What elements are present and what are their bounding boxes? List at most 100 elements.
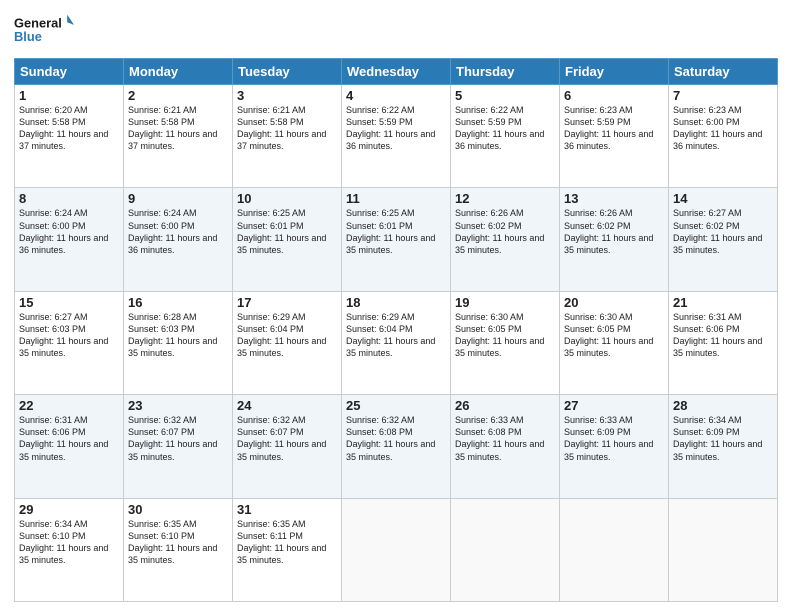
table-row: 10 Sunrise: 6:25 AMSunset: 6:01 PMDaylig… xyxy=(233,188,342,291)
logo: General Blue xyxy=(14,10,74,50)
day-info: Sunrise: 6:33 AMSunset: 6:09 PMDaylight:… xyxy=(564,415,653,461)
day-number: 9 xyxy=(128,191,228,206)
table-row xyxy=(342,498,451,601)
table-row: 1 Sunrise: 6:20 AMSunset: 5:58 PMDayligh… xyxy=(15,85,124,188)
day-number: 26 xyxy=(455,398,555,413)
day-info: Sunrise: 6:28 AMSunset: 6:03 PMDaylight:… xyxy=(128,312,217,358)
col-sunday: Sunday xyxy=(15,59,124,85)
day-info: Sunrise: 6:35 AMSunset: 6:11 PMDaylight:… xyxy=(237,519,326,565)
day-info: Sunrise: 6:32 AMSunset: 6:07 PMDaylight:… xyxy=(128,415,217,461)
day-number: 19 xyxy=(455,295,555,310)
day-info: Sunrise: 6:25 AMSunset: 6:01 PMDaylight:… xyxy=(237,208,326,254)
table-row xyxy=(560,498,669,601)
day-number: 5 xyxy=(455,88,555,103)
day-number: 18 xyxy=(346,295,446,310)
calendar-week-row: 22 Sunrise: 6:31 AMSunset: 6:06 PMDaylig… xyxy=(15,395,778,498)
svg-text:General: General xyxy=(14,15,62,30)
table-row: 18 Sunrise: 6:29 AMSunset: 6:04 PMDaylig… xyxy=(342,291,451,394)
day-number: 27 xyxy=(564,398,664,413)
day-number: 10 xyxy=(237,191,337,206)
day-info: Sunrise: 6:25 AMSunset: 6:01 PMDaylight:… xyxy=(346,208,435,254)
day-info: Sunrise: 6:26 AMSunset: 6:02 PMDaylight:… xyxy=(455,208,544,254)
table-row: 12 Sunrise: 6:26 AMSunset: 6:02 PMDaylig… xyxy=(451,188,560,291)
logo-icon: General Blue xyxy=(14,10,74,50)
table-row: 7 Sunrise: 6:23 AMSunset: 6:00 PMDayligh… xyxy=(669,85,778,188)
day-info: Sunrise: 6:34 AMSunset: 6:10 PMDaylight:… xyxy=(19,519,108,565)
day-number: 29 xyxy=(19,502,119,517)
day-number: 15 xyxy=(19,295,119,310)
table-row: 17 Sunrise: 6:29 AMSunset: 6:04 PMDaylig… xyxy=(233,291,342,394)
day-number: 14 xyxy=(673,191,773,206)
table-row: 11 Sunrise: 6:25 AMSunset: 6:01 PMDaylig… xyxy=(342,188,451,291)
calendar-week-row: 1 Sunrise: 6:20 AMSunset: 5:58 PMDayligh… xyxy=(15,85,778,188)
table-row: 14 Sunrise: 6:27 AMSunset: 6:02 PMDaylig… xyxy=(669,188,778,291)
col-thursday: Thursday xyxy=(451,59,560,85)
table-row: 24 Sunrise: 6:32 AMSunset: 6:07 PMDaylig… xyxy=(233,395,342,498)
day-info: Sunrise: 6:34 AMSunset: 6:09 PMDaylight:… xyxy=(673,415,762,461)
day-info: Sunrise: 6:22 AMSunset: 5:59 PMDaylight:… xyxy=(455,105,544,151)
day-info: Sunrise: 6:22 AMSunset: 5:59 PMDaylight:… xyxy=(346,105,435,151)
day-info: Sunrise: 6:24 AMSunset: 6:00 PMDaylight:… xyxy=(128,208,217,254)
day-number: 11 xyxy=(346,191,446,206)
table-row: 4 Sunrise: 6:22 AMSunset: 5:59 PMDayligh… xyxy=(342,85,451,188)
table-row: 15 Sunrise: 6:27 AMSunset: 6:03 PMDaylig… xyxy=(15,291,124,394)
page-header: General Blue xyxy=(14,10,778,50)
table-row: 27 Sunrise: 6:33 AMSunset: 6:09 PMDaylig… xyxy=(560,395,669,498)
col-wednesday: Wednesday xyxy=(342,59,451,85)
day-info: Sunrise: 6:27 AMSunset: 6:03 PMDaylight:… xyxy=(19,312,108,358)
table-row: 16 Sunrise: 6:28 AMSunset: 6:03 PMDaylig… xyxy=(124,291,233,394)
day-number: 16 xyxy=(128,295,228,310)
table-row: 8 Sunrise: 6:24 AMSunset: 6:00 PMDayligh… xyxy=(15,188,124,291)
day-info: Sunrise: 6:32 AMSunset: 6:08 PMDaylight:… xyxy=(346,415,435,461)
day-info: Sunrise: 6:23 AMSunset: 6:00 PMDaylight:… xyxy=(673,105,762,151)
day-info: Sunrise: 6:31 AMSunset: 6:06 PMDaylight:… xyxy=(19,415,108,461)
calendar-week-row: 8 Sunrise: 6:24 AMSunset: 6:00 PMDayligh… xyxy=(15,188,778,291)
day-number: 12 xyxy=(455,191,555,206)
table-row: 26 Sunrise: 6:33 AMSunset: 6:08 PMDaylig… xyxy=(451,395,560,498)
table-row: 2 Sunrise: 6:21 AMSunset: 5:58 PMDayligh… xyxy=(124,85,233,188)
day-info: Sunrise: 6:26 AMSunset: 6:02 PMDaylight:… xyxy=(564,208,653,254)
day-info: Sunrise: 6:27 AMSunset: 6:02 PMDaylight:… xyxy=(673,208,762,254)
calendar-week-row: 15 Sunrise: 6:27 AMSunset: 6:03 PMDaylig… xyxy=(15,291,778,394)
table-row: 23 Sunrise: 6:32 AMSunset: 6:07 PMDaylig… xyxy=(124,395,233,498)
day-number: 17 xyxy=(237,295,337,310)
table-row: 3 Sunrise: 6:21 AMSunset: 5:58 PMDayligh… xyxy=(233,85,342,188)
day-number: 20 xyxy=(564,295,664,310)
day-info: Sunrise: 6:33 AMSunset: 6:08 PMDaylight:… xyxy=(455,415,544,461)
table-row: 9 Sunrise: 6:24 AMSunset: 6:00 PMDayligh… xyxy=(124,188,233,291)
day-info: Sunrise: 6:32 AMSunset: 6:07 PMDaylight:… xyxy=(237,415,326,461)
table-row: 21 Sunrise: 6:31 AMSunset: 6:06 PMDaylig… xyxy=(669,291,778,394)
day-number: 24 xyxy=(237,398,337,413)
table-row: 19 Sunrise: 6:30 AMSunset: 6:05 PMDaylig… xyxy=(451,291,560,394)
table-row: 25 Sunrise: 6:32 AMSunset: 6:08 PMDaylig… xyxy=(342,395,451,498)
day-info: Sunrise: 6:29 AMSunset: 6:04 PMDaylight:… xyxy=(237,312,326,358)
table-row xyxy=(451,498,560,601)
day-number: 25 xyxy=(346,398,446,413)
day-info: Sunrise: 6:24 AMSunset: 6:00 PMDaylight:… xyxy=(19,208,108,254)
table-row: 6 Sunrise: 6:23 AMSunset: 5:59 PMDayligh… xyxy=(560,85,669,188)
table-row: 28 Sunrise: 6:34 AMSunset: 6:09 PMDaylig… xyxy=(669,395,778,498)
calendar-week-row: 29 Sunrise: 6:34 AMSunset: 6:10 PMDaylig… xyxy=(15,498,778,601)
day-info: Sunrise: 6:31 AMSunset: 6:06 PMDaylight:… xyxy=(673,312,762,358)
calendar-header-row: Sunday Monday Tuesday Wednesday Thursday… xyxy=(15,59,778,85)
calendar-table: Sunday Monday Tuesday Wednesday Thursday… xyxy=(14,58,778,602)
day-number: 21 xyxy=(673,295,773,310)
day-number: 2 xyxy=(128,88,228,103)
svg-text:Blue: Blue xyxy=(14,29,42,44)
table-row: 31 Sunrise: 6:35 AMSunset: 6:11 PMDaylig… xyxy=(233,498,342,601)
table-row: 29 Sunrise: 6:34 AMSunset: 6:10 PMDaylig… xyxy=(15,498,124,601)
day-number: 8 xyxy=(19,191,119,206)
table-row: 20 Sunrise: 6:30 AMSunset: 6:05 PMDaylig… xyxy=(560,291,669,394)
table-row: 5 Sunrise: 6:22 AMSunset: 5:59 PMDayligh… xyxy=(451,85,560,188)
day-number: 23 xyxy=(128,398,228,413)
col-tuesday: Tuesday xyxy=(233,59,342,85)
day-number: 1 xyxy=(19,88,119,103)
day-info: Sunrise: 6:35 AMSunset: 6:10 PMDaylight:… xyxy=(128,519,217,565)
table-row: 30 Sunrise: 6:35 AMSunset: 6:10 PMDaylig… xyxy=(124,498,233,601)
day-number: 6 xyxy=(564,88,664,103)
table-row: 13 Sunrise: 6:26 AMSunset: 6:02 PMDaylig… xyxy=(560,188,669,291)
day-number: 22 xyxy=(19,398,119,413)
day-number: 7 xyxy=(673,88,773,103)
day-number: 30 xyxy=(128,502,228,517)
col-friday: Friday xyxy=(560,59,669,85)
